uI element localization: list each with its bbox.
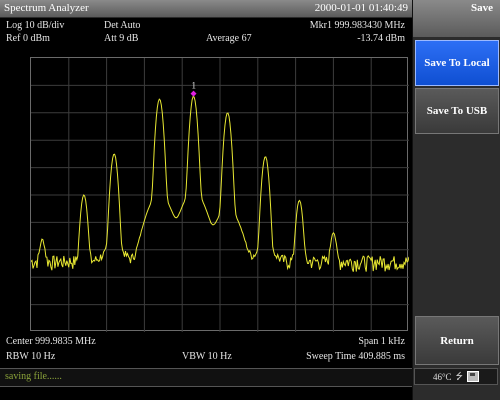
detector-readout: Det Auto — [104, 20, 141, 31]
sweep-time-readout: Sweep Time 409.885 ms — [306, 351, 405, 362]
attenuation-readout: Att 9 dB — [104, 33, 139, 44]
spectrum-plot[interactable]: 1 — [30, 57, 409, 332]
marker-diamond[interactable] — [190, 90, 197, 97]
status-indicators: 46°C ⭍ — [414, 368, 498, 385]
rbw-readout: RBW 10 Hz — [6, 351, 56, 362]
softkey-label: Save To Local — [424, 57, 490, 69]
vbw-readout: VBW 10 Hz — [182, 351, 232, 362]
save-to-usb-button[interactable]: Save To USB — [415, 88, 499, 134]
status-message: saving file...... — [5, 371, 62, 382]
status-bar: saving file...... — [0, 368, 412, 387]
marker-level-readout: -13.74 dBm — [357, 33, 405, 44]
disk-icon — [467, 371, 480, 382]
average-readout: Average 67 — [206, 33, 252, 44]
title-bar: Spectrum Analyzer 2000-01-01 01:40:49 — [0, 0, 412, 18]
analyzer-screen: Spectrum Analyzer 2000-01-01 01:40:49 Lo… — [0, 0, 500, 400]
return-button[interactable]: Return — [415, 316, 499, 365]
ref-level-readout: Ref 0 dBm — [6, 33, 50, 44]
usb-icon: ⭍ — [455, 370, 464, 381]
empty-softkey-area — [415, 136, 499, 314]
menu-title: Save — [413, 0, 500, 37]
center-freq-readout: Center 999.9835 MHz — [6, 336, 96, 347]
save-to-local-button[interactable]: Save To Local — [415, 40, 499, 86]
marker-label: 1 — [192, 81, 197, 91]
temperature-readout: 46°C — [432, 371, 452, 382]
app-title: Spectrum Analyzer — [4, 2, 89, 14]
scale-readout: Log 10 dB/div — [6, 20, 65, 31]
marker-freq-readout: Mkr1 999.983430 MHz — [309, 20, 405, 31]
spectrum-svg: 1 — [31, 58, 409, 332]
span-readout: Span 1 kHz — [358, 336, 405, 347]
softkey-label: Save To USB — [426, 105, 488, 117]
datetime: 2000-01-01 01:40:49 — [314, 2, 408, 14]
softkey-label: Return — [440, 334, 474, 347]
softkey-panel: Save Save To Local Save To USB Return — [412, 0, 500, 400]
